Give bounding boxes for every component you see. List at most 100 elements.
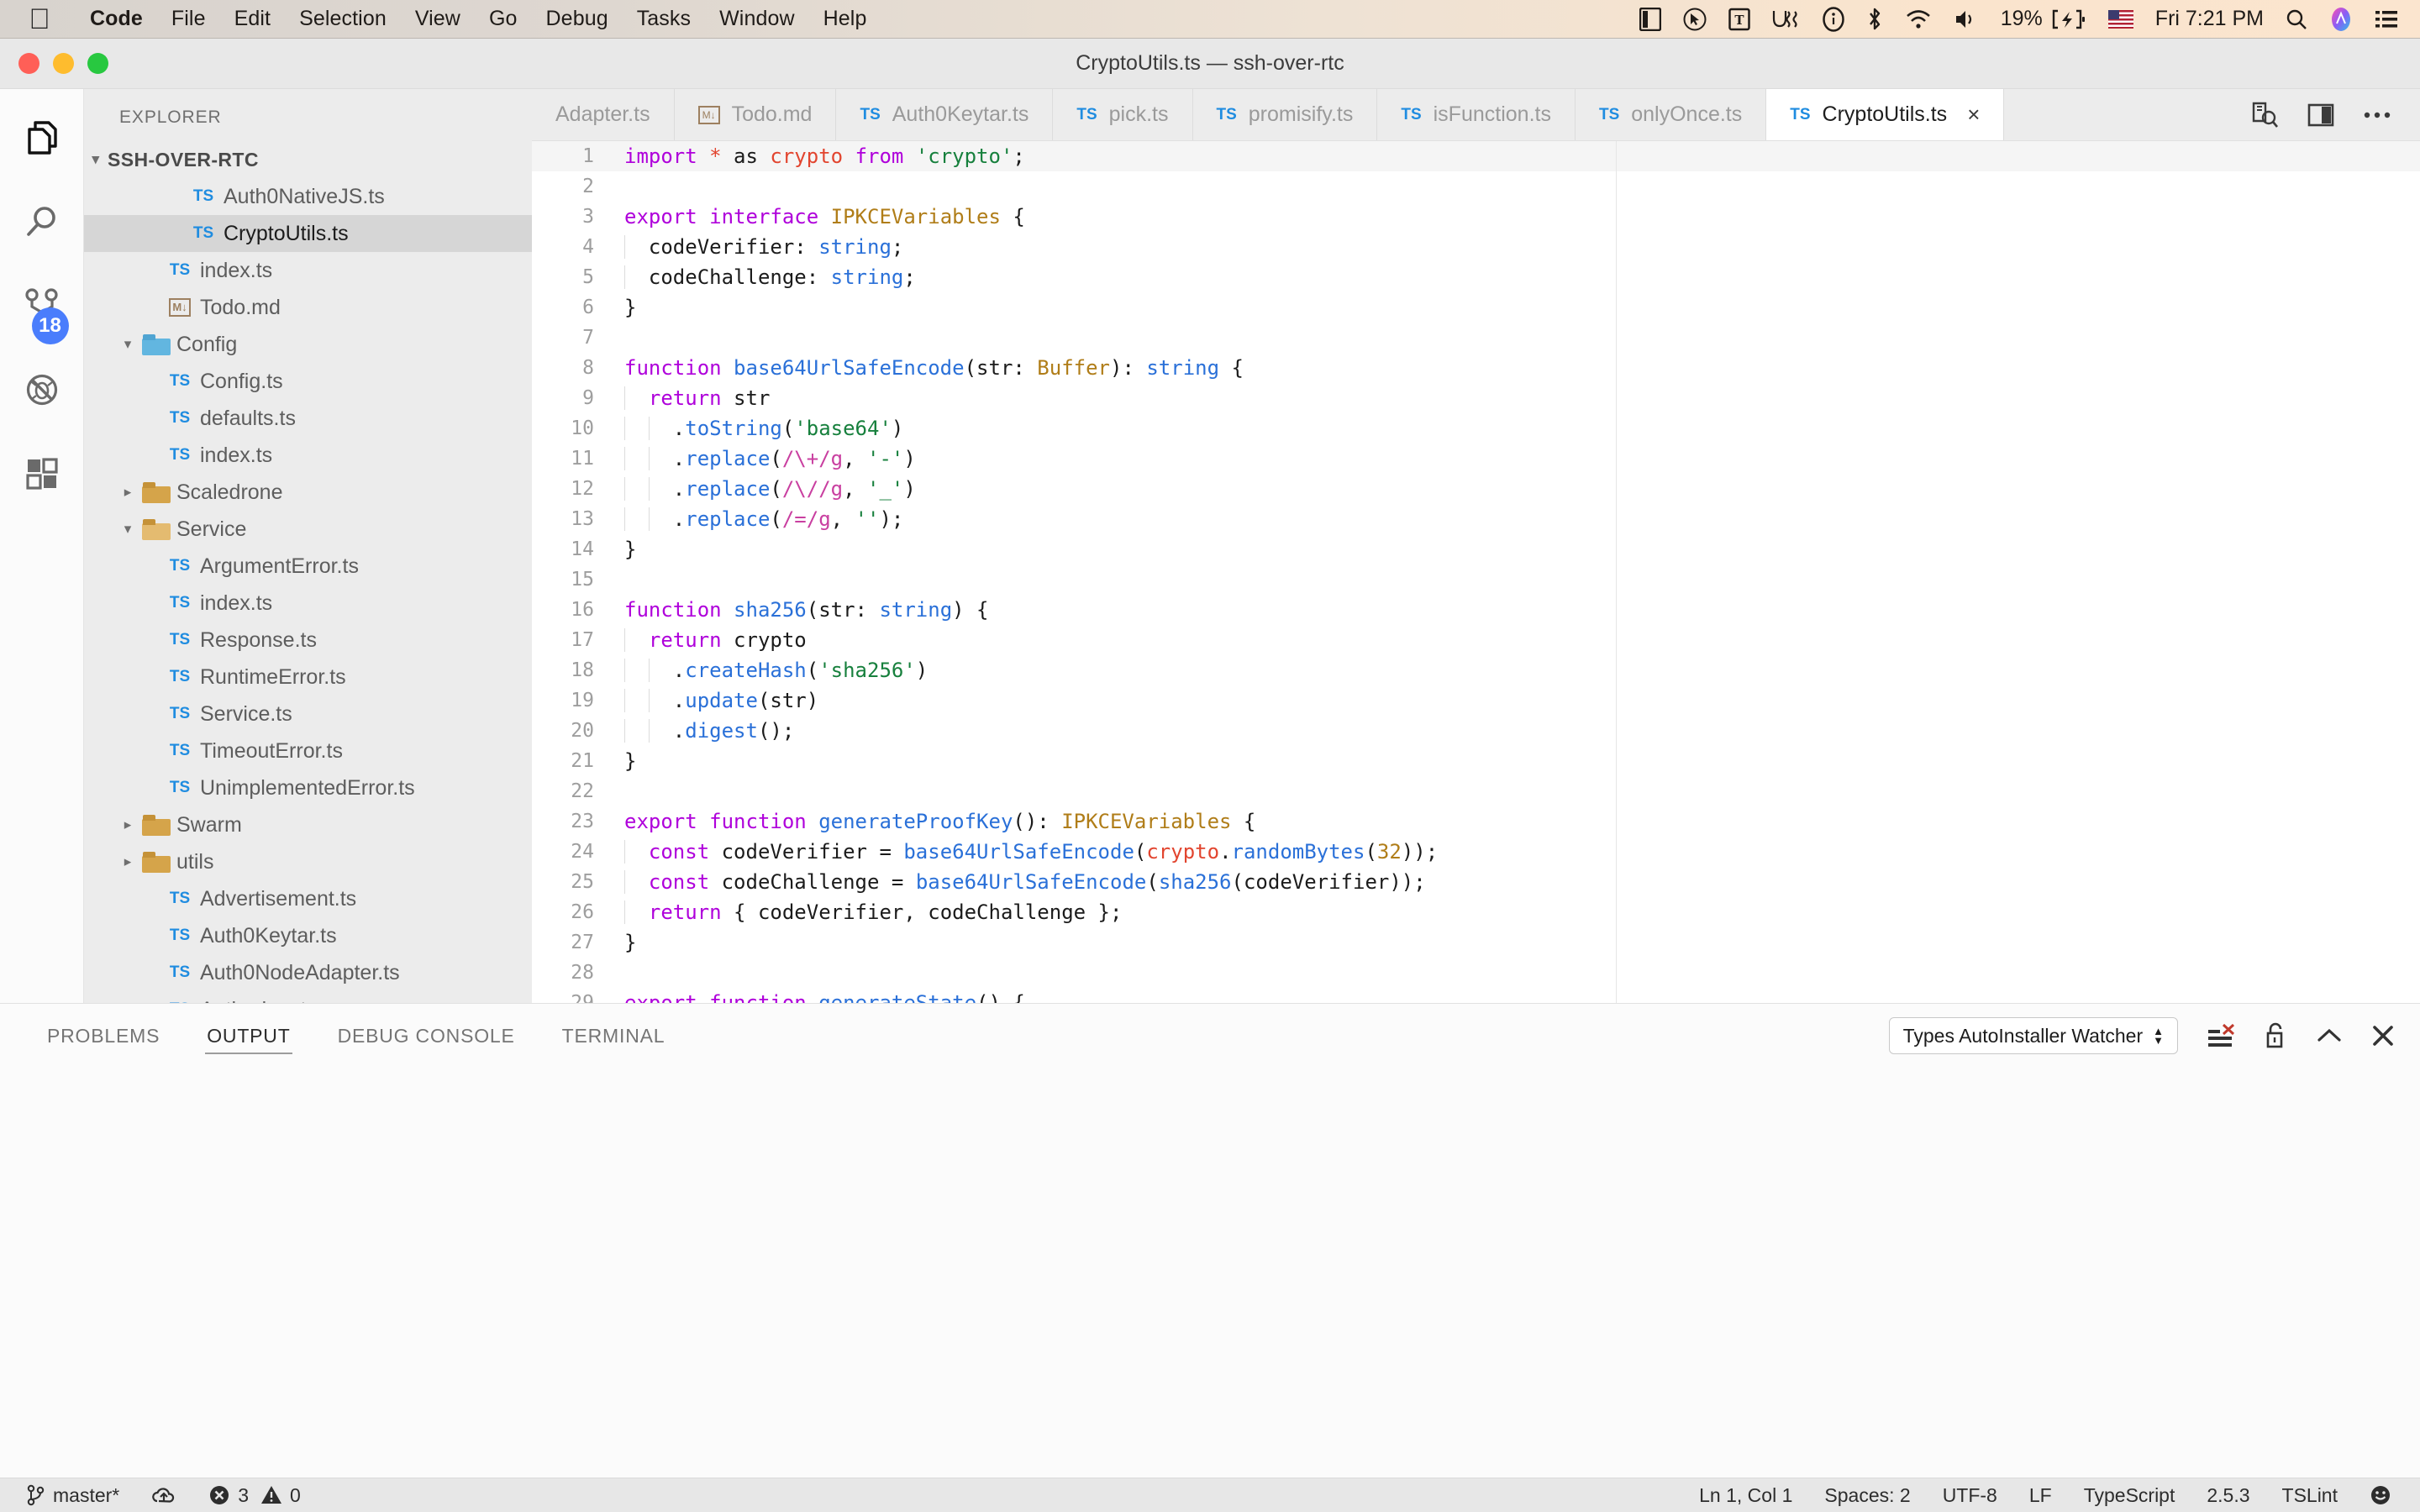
tree-item-label: Swarm [176,812,242,837]
status-feedback[interactable] [2356,1484,2405,1506]
editor-tab[interactable]: TS promisify.ts [1193,89,1378,140]
tree-root-folder[interactable]: ▾ SSH-OVER-RTC [84,141,532,178]
status-warnings[interactable]: 0 [257,1484,314,1507]
clock-label[interactable]: Fri 7:21 PM [2155,7,2264,31]
more-actions-icon[interactable] [2363,110,2391,120]
status-typescript-version[interactable]: 2.5.3 [2193,1484,2263,1507]
maximize-button[interactable] [87,53,108,74]
status-cursor-position[interactable]: Ln 1, Col 1 [1686,1484,1806,1507]
tree-file[interactable]: TS defaults.ts [84,400,532,437]
clear-output-icon[interactable] [2207,1023,2235,1048]
indent-guide [624,417,625,440]
tree-file[interactable]: TS CryptoUtils.ts [84,215,532,252]
tree-file[interactable]: TS Auth0NodeAdapter.ts [84,954,532,991]
tree-file[interactable]: TS Response.ts [84,622,532,659]
panel-tab-output[interactable]: OUTPUT [183,1004,313,1068]
tree-file[interactable]: TS index.ts [84,252,532,289]
info-circle-icon[interactable] [1823,6,1844,32]
editor-tab[interactable]: TS CryptoUtils.ts × [1766,89,2005,140]
status-branch[interactable]: master* [13,1484,133,1507]
editor-tab[interactable]: Adapter.ts [532,89,675,140]
maximize-panel-icon[interactable] [2316,1026,2343,1046]
macos-menu-bar:  CodeFileEditSelectionViewGoDebugTasksW… [0,0,2420,39]
code-line: 4 codeVerifier: string; [532,232,2420,262]
code-line: 23 export function generateProofKey(): IP… [532,806,2420,837]
cursor-pointer-icon[interactable] [1683,8,1707,31]
status-language-mode[interactable]: TypeScript [2070,1484,2189,1507]
tree-item-label: Advertisement.ts [200,886,357,911]
editor-tab[interactable]: M↓ Todo.md [675,89,837,140]
close-panel-icon[interactable] [2371,1024,2395,1047]
line-number: 22 [571,780,594,802]
bluetooth-icon[interactable] [1866,7,1883,32]
menu-item-help[interactable]: Help [809,7,881,31]
activity-item-explorer[interactable] [0,96,84,180]
panel-tab-debug-console[interactable]: DEBUG CONSOLE [314,1004,539,1068]
minimize-button[interactable] [53,53,74,74]
tree-file[interactable]: TS Auth0NativeJS.ts [84,178,532,215]
status-errors[interactable]: 3 [195,1484,252,1507]
editor-tab[interactable]: TS onlyOnce.ts [1576,89,1767,140]
menu-item-selection[interactable]: Selection [285,7,401,31]
menu-item-view[interactable]: View [401,7,475,31]
editor-tab[interactable]: TS pick.ts [1053,89,1193,140]
tree-file[interactable]: TS Config.ts [84,363,532,400]
notification-center-icon[interactable] [2375,9,2398,29]
us-flag-icon[interactable] [2107,9,2133,29]
menu-item-code[interactable]: Code [76,7,157,31]
wave-icon[interactable] [1772,8,1801,31]
tree-file[interactable]: TS Auth0Keytar.ts [84,917,532,954]
activity-item-debug[interactable] [0,348,84,432]
activity-item-extensions[interactable] [0,432,84,516]
tree-file[interactable]: TS UnimplementedError.ts [84,769,532,806]
activity-item-search[interactable] [0,180,84,264]
siri-icon[interactable] [2329,7,2353,32]
editor-tab[interactable]: TS isFunction.ts [1377,89,1576,140]
code-editor[interactable]: 1 import * as crypto from 'crypto'; 2 3 expo… [532,141,2420,1065]
menu-item-tasks[interactable]: Tasks [623,7,705,31]
tree-file[interactable]: TS Advertisement.ts [84,880,532,917]
tree-file[interactable]: TS RuntimeError.ts [84,659,532,696]
battery-charging-icon[interactable] [2051,9,2086,29]
tree-file[interactable]: TS Service.ts [84,696,532,732]
spotlight-search-icon[interactable] [2286,8,2307,30]
tree-folder[interactable]: ▸ Scaledrone [84,474,532,511]
status-encoding[interactable]: UTF-8 [1929,1484,2011,1507]
text-tool-icon[interactable]: T [1728,8,1750,31]
menu-item-window[interactable]: Window [705,7,809,31]
open-changes-icon[interactable] [2250,101,2279,129]
tree-folder[interactable]: ▸ Swarm [84,806,532,843]
tree-file[interactable]: TS index.ts [84,585,532,622]
code-line-text: return { codeVerifier, codeChallenge }; [624,900,1122,924]
close-tab-icon[interactable]: × [1967,102,1980,128]
book-app-icon[interactable] [1639,7,1661,31]
tree-file[interactable]: M↓ Todo.md [84,289,532,326]
split-editor-icon[interactable] [2307,102,2334,128]
panel-tab-problems[interactable]: PROBLEMS [24,1004,183,1068]
status-sync[interactable] [138,1485,190,1505]
close-button[interactable] [18,53,39,74]
menu-item-edit[interactable]: Edit [220,7,285,31]
menu-item-go[interactable]: Go [475,7,532,31]
tree-file[interactable]: TS index.ts [84,437,532,474]
tree-folder[interactable]: ▸ utils [84,843,532,880]
tree-file[interactable]: TS TimeoutError.ts [84,732,532,769]
status-indentation[interactable]: Spaces: 2 [1811,1484,1923,1507]
status-eol[interactable]: LF [2016,1484,2065,1507]
panel-output-content[interactable] [0,1068,2420,1478]
volume-icon[interactable] [1954,8,1979,30]
menu-item-debug[interactable]: Debug [532,7,623,31]
apple-logo-icon[interactable]:  [27,5,52,34]
output-channel-select[interactable]: Types AutoInstaller Watcher ▲ ▼ [1888,1017,2178,1054]
tree-folder[interactable]: ▾ Service [84,511,532,548]
panel-tab-terminal[interactable]: TERMINAL [539,1004,689,1068]
activity-item-source-control[interactable]: 18 [0,264,84,348]
tree-folder[interactable]: ▾ Config [84,326,532,363]
status-tslint[interactable]: TSLint [2269,1484,2351,1507]
editor-tab[interactable]: TS Auth0Keytar.ts [836,89,1054,140]
menu-item-file[interactable]: File [157,7,220,31]
tree-file[interactable]: TS ArgumentError.ts [84,548,532,585]
indent-guide [624,840,625,864]
wifi-icon[interactable] [1905,8,1932,30]
lock-scroll-icon[interactable] [2264,1022,2287,1049]
